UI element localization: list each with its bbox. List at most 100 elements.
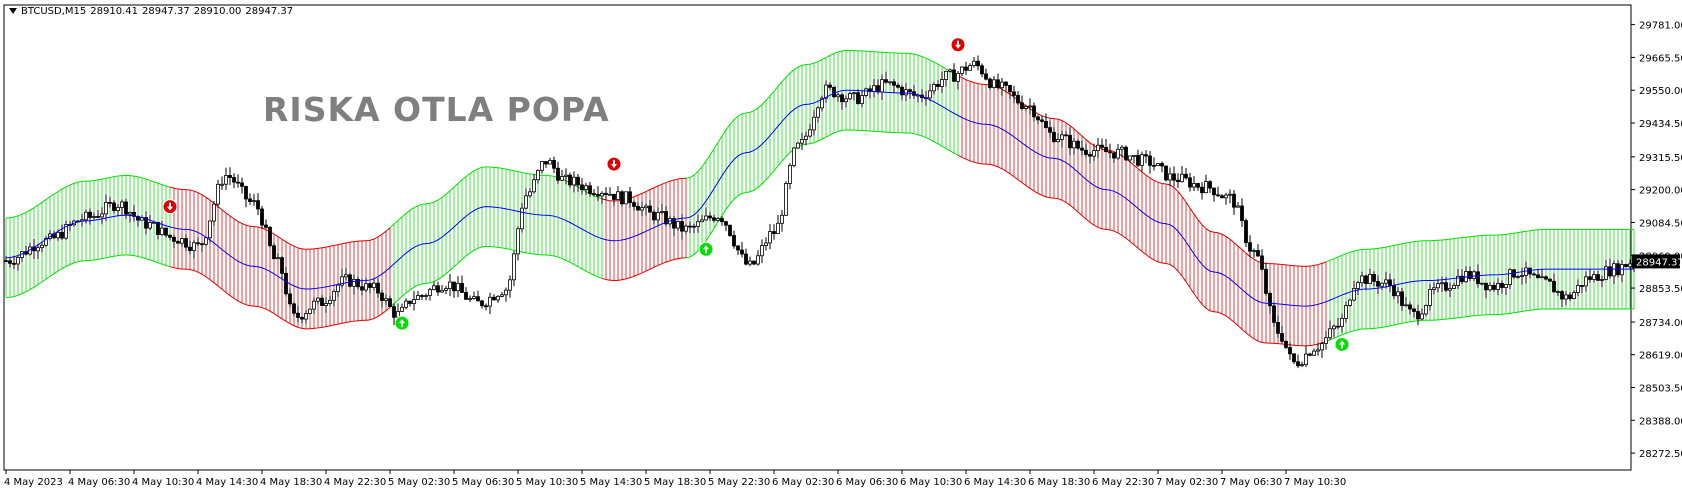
band-lower-edge [761, 179, 767, 185]
candle-body-bear [936, 83, 940, 87]
band-upper-edge [1177, 191, 1183, 197]
band-lower-edge [1133, 244, 1139, 249]
candle-body-bear [464, 292, 468, 300]
candle-body-bull [1328, 328, 1332, 339]
candle-body-bull [1576, 285, 1580, 293]
candle-body-bear [288, 293, 292, 305]
candle-body-bear [588, 185, 592, 194]
band-upper-edge [9, 216, 15, 219]
band-lower-edge [949, 150, 955, 154]
band-upper-edge [37, 201, 43, 206]
band-lower-edge [1021, 182, 1027, 186]
band-lower-edge [1393, 323, 1399, 326]
candle-body-bull [324, 303, 328, 306]
x-tick-label: 7 May 10:30 [1284, 477, 1346, 488]
band-lower-edge [241, 302, 247, 306]
band-upper-edge [917, 54, 923, 58]
candle-body-bear [196, 242, 200, 245]
band-lower-edge [781, 156, 787, 162]
band-upper-edge [661, 182, 667, 185]
candle-body-bull [180, 238, 184, 244]
band-upper-edge [1377, 247, 1383, 249]
band-lower-edge [101, 257, 107, 260]
band-lower-edge [677, 257, 683, 260]
band-upper-edge [137, 176, 143, 179]
candle-body-bull [1420, 313, 1424, 320]
candle-body-bull [956, 73, 960, 82]
band-upper-edge [1241, 249, 1247, 254]
band-lower-edge [665, 260, 671, 263]
band-upper-edge [1189, 207, 1195, 215]
band-upper-edge [825, 55, 831, 58]
candle-body-bull [684, 225, 688, 232]
band-upper-edge [221, 209, 227, 214]
candle-body-bull [1628, 263, 1632, 268]
band-upper-edge [929, 59, 935, 63]
band-lower-edge [721, 209, 727, 216]
band-upper-edge [209, 199, 215, 204]
band-upper-edge [1085, 139, 1091, 144]
band-lower-edge [1009, 173, 1015, 178]
band-upper-edge [289, 243, 295, 247]
candle-body-bear [1248, 242, 1252, 252]
candle-body-bull [564, 174, 568, 177]
candle-body-bear [348, 274, 352, 287]
candle-body-bull [1440, 282, 1444, 285]
band-lower-edge [661, 261, 667, 265]
band-upper-edge [1337, 254, 1343, 258]
candle-body-bull [468, 298, 472, 300]
arrow-shaft [613, 160, 615, 165]
band-upper-edge [765, 95, 771, 101]
candle-body-bear [1012, 91, 1016, 96]
band-lower-edge [1513, 311, 1519, 314]
band-upper-edge [601, 198, 607, 201]
band-lower-edge [1213, 311, 1219, 313]
band-lower-edge [645, 268, 651, 272]
band-lower-edge [509, 248, 515, 251]
band-lower-edge [341, 322, 347, 324]
candle-body-bear [1408, 304, 1412, 310]
band-upper-edge [233, 218, 239, 222]
band-upper-edge [293, 245, 299, 249]
band-lower-edge [1337, 334, 1343, 337]
candle-body-bull [944, 70, 948, 80]
band-upper-edge [977, 83, 983, 85]
price-chart[interactable]: 29781.00 29665.50 29550.00 29434.50 29315.50… [0, 0, 1682, 493]
arrow-shaft [957, 40, 959, 45]
x-tick-label: 6 May 02:30 [772, 477, 834, 488]
candle-body-bear [1112, 152, 1116, 159]
candle-body-bull [416, 295, 420, 300]
band-lower-edge [933, 141, 939, 145]
candle-body-bull [804, 135, 808, 140]
band-lower-edge [321, 326, 327, 328]
band-upper-edge [177, 188, 183, 190]
band-lower-edge [337, 322, 343, 325]
candle-body-bear [708, 215, 712, 219]
band-upper-edge [405, 209, 411, 214]
band-upper-edge [757, 104, 763, 109]
band-lower-edge [217, 285, 223, 290]
band-upper-edge [733, 115, 739, 121]
candle-body-bull [1132, 154, 1136, 157]
band-lower-edge [197, 271, 203, 275]
band-lower-edge [941, 145, 947, 149]
candle-body-bull [624, 191, 628, 205]
band-lower-edge [529, 252, 535, 255]
band-lower-edge [1121, 234, 1127, 239]
band-lower-edge [1013, 176, 1019, 181]
y-tick-label: 29550.00 [1639, 86, 1682, 97]
band-upper-edge [113, 175, 119, 178]
band-upper-edge [1129, 161, 1135, 166]
candle-body-bear [896, 84, 900, 88]
candle-body-bear [632, 202, 636, 207]
band-lower-edge [565, 259, 571, 263]
band-upper-edge [713, 142, 719, 150]
band-lower-edge [29, 286, 35, 291]
candle-body-bull [308, 308, 312, 314]
band-lower-edge [1509, 312, 1515, 314]
candle-body-bull [1504, 284, 1508, 288]
band-upper-edge [1153, 179, 1159, 183]
candle-body-bear [552, 160, 556, 169]
band-upper-edge [1229, 238, 1235, 243]
band-lower-edge [177, 267, 183, 270]
